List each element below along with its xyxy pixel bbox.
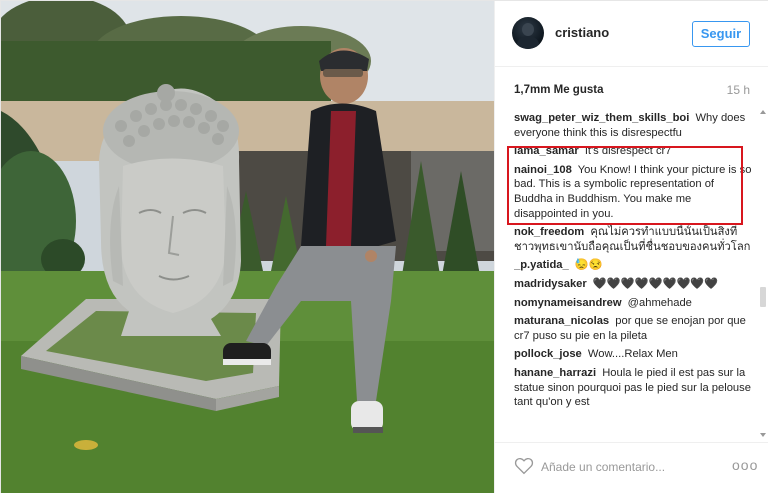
- comment-input[interactable]: Añade un comentario...: [541, 460, 665, 474]
- follow-button[interactable]: Seguir: [692, 21, 750, 47]
- avatar-head-shape: [522, 23, 534, 36]
- comment-item: nainoi_108 You Know! I think your pictur…: [514, 163, 752, 221]
- comment-item: hanane_harrazi Houla le pied il est pas …: [514, 366, 752, 410]
- comment-mention[interactable]: @ahmehade: [628, 297, 692, 309]
- comment-item: nok_freedom คุณไม่ควรทำแบบนี้นั้นเป็นสิ่…: [514, 225, 752, 254]
- comment-item: pollock_jose Wow....Relax Men: [514, 347, 752, 362]
- avatar[interactable]: [512, 17, 544, 49]
- scroll-thumb[interactable]: [760, 287, 766, 307]
- more-options-icon[interactable]: ooo: [732, 458, 757, 472]
- comment-username[interactable]: nainoi_108: [514, 164, 572, 176]
- comments-list: swag_peter_wiz_them_skills_boi Why does …: [514, 111, 752, 441]
- post-time: 15 h: [726, 83, 750, 97]
- comment-footer: Añade un comentario... ooo: [495, 442, 768, 493]
- comment-username[interactable]: maturana_nicolas: [514, 315, 609, 327]
- instagram-post-window: cristiano Seguir 1,7mm Me gusta 15 h swa…: [0, 0, 768, 493]
- comment-item: _p.yatida_ 😓😒: [514, 258, 752, 273]
- scroll-up-arrow-icon[interactable]: [759, 109, 767, 115]
- comment-username[interactable]: madridysaker: [514, 278, 587, 290]
- scroll-down-arrow-icon[interactable]: [759, 432, 767, 438]
- heart-outline-icon[interactable]: [514, 457, 534, 475]
- author-username[interactable]: cristiano: [555, 25, 609, 40]
- comment-text: Wow....Relax Men: [587, 348, 678, 361]
- post-detail-panel: cristiano Seguir 1,7mm Me gusta 15 h swa…: [494, 1, 768, 493]
- comment-username[interactable]: lama_samar: [514, 145, 579, 157]
- comment-item: nomynameisandrew @ahmehade: [514, 296, 752, 311]
- comment-item: madridysaker 🖤🖤🖤🖤🖤🖤🖤🖤🖤: [514, 277, 752, 292]
- comment-username[interactable]: pollock_jose: [514, 348, 582, 360]
- post-photo[interactable]: [1, 1, 494, 493]
- comment-username[interactable]: hanane_harrazi: [514, 367, 596, 379]
- photo-illustration: [1, 1, 494, 493]
- post-header: cristiano Seguir: [495, 1, 768, 67]
- comments-scrollbar[interactable]: [759, 109, 767, 439]
- comment-item: maturana_nicolas por que se enojan por q…: [514, 314, 752, 343]
- comment-username[interactable]: swag_peter_wiz_them_skills_boi: [514, 112, 689, 124]
- comment-text: 🖤🖤🖤🖤🖤🖤🖤🖤🖤: [592, 277, 719, 290]
- comment-item: lama_samar It's disrespect cr7: [514, 144, 752, 159]
- comment-text: 😓😒: [574, 259, 603, 272]
- comment-item: swag_peter_wiz_them_skills_boi Why does …: [514, 111, 752, 140]
- comment-text: It's disrespect cr7: [584, 145, 672, 158]
- post-meta: 1,7mm Me gusta 15 h: [495, 67, 768, 107]
- avatar-body-shape: [517, 36, 539, 49]
- comment-username[interactable]: _p.yatida_: [514, 259, 569, 271]
- comment-username[interactable]: nok_freedom: [514, 226, 584, 238]
- likes-count[interactable]: 1,7mm Me gusta: [514, 84, 603, 96]
- comment-username[interactable]: nomynameisandrew: [514, 297, 622, 309]
